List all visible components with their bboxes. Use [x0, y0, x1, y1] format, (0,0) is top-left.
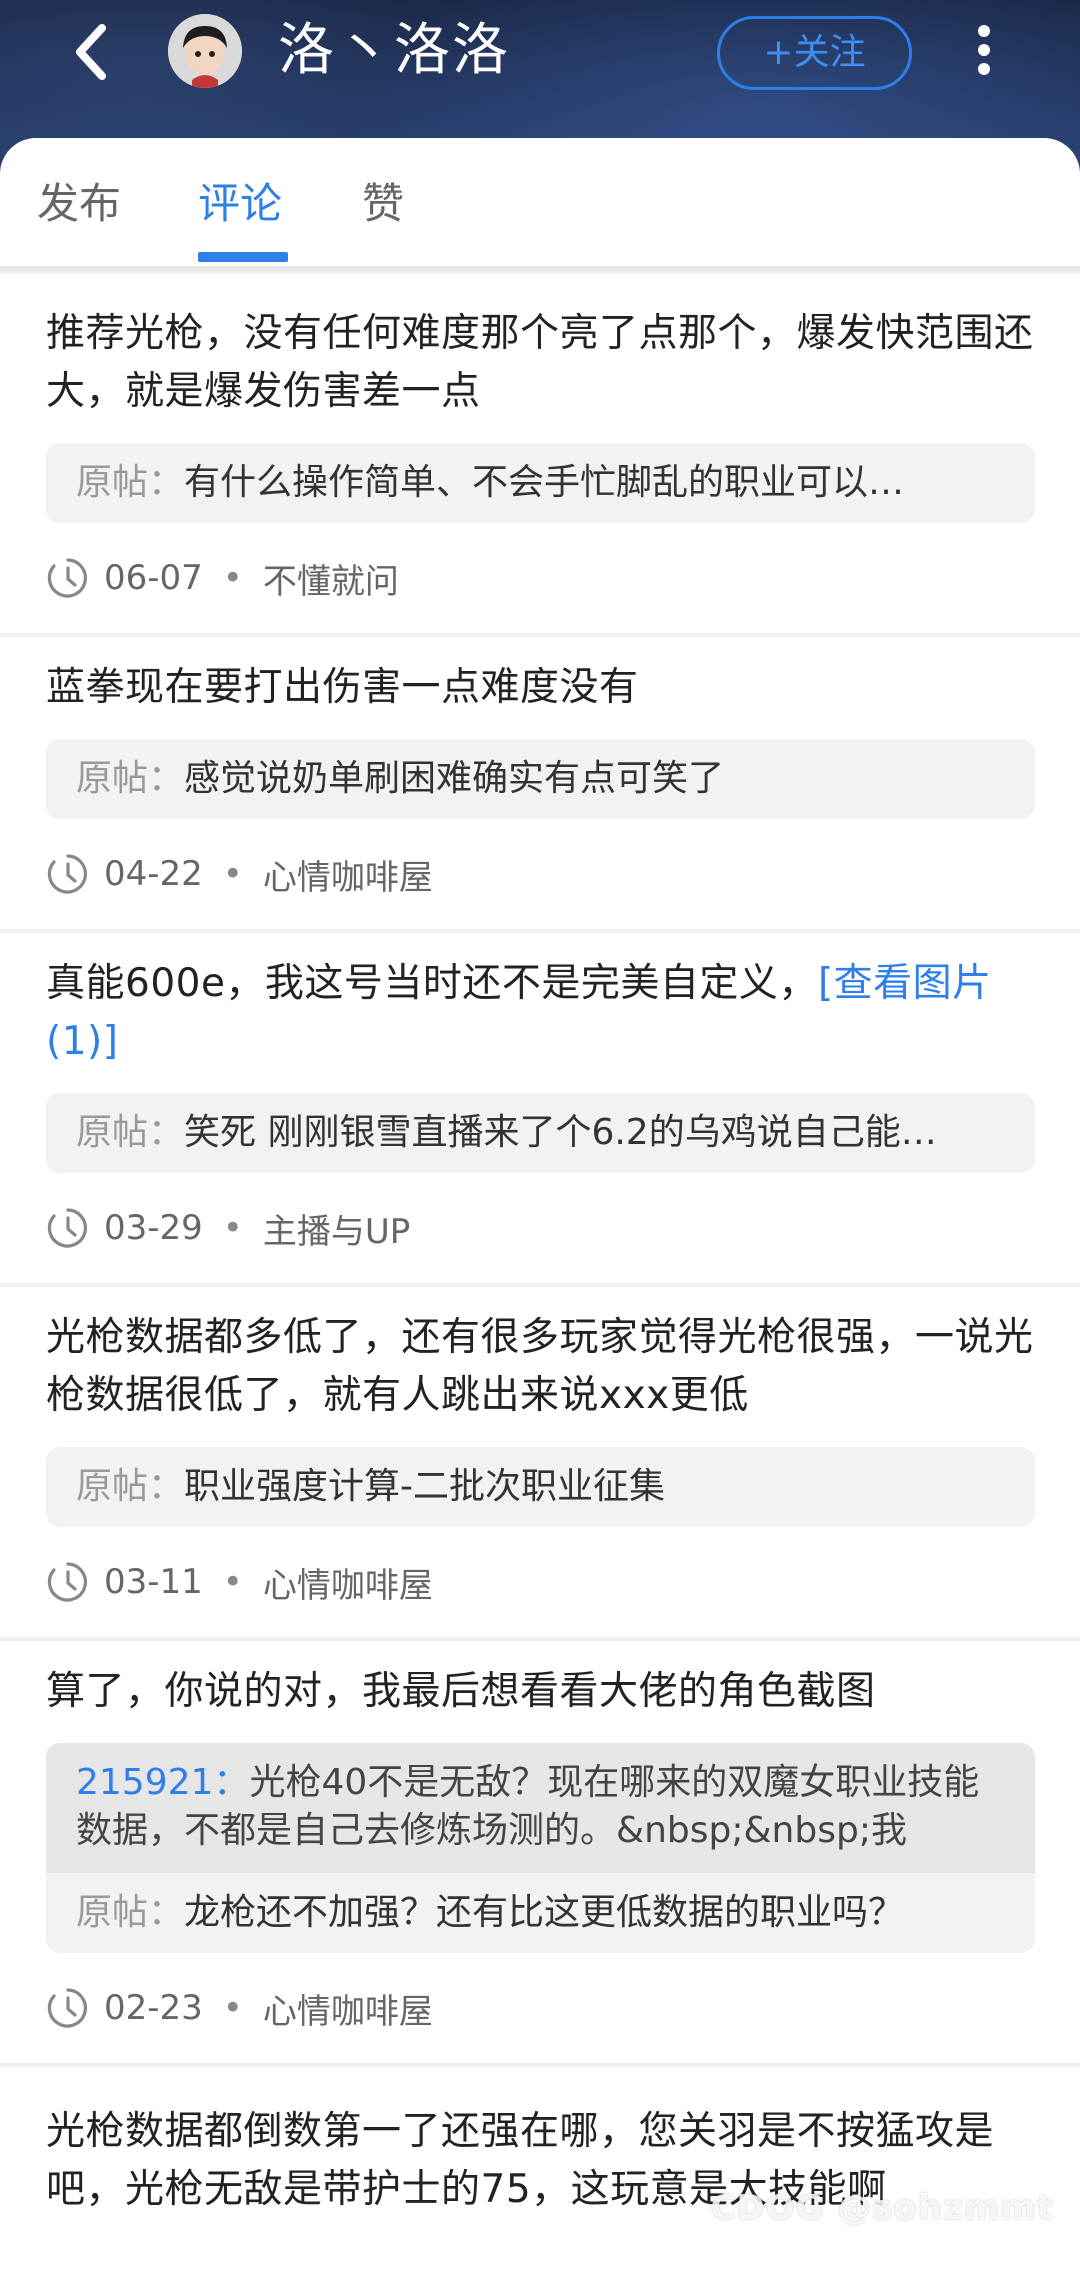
- separator-dot: •: [222, 1988, 243, 2028]
- original-post-box[interactable]: 215921：光枪40不是无敌？现在哪来的双魔女职业技能数据，不都是自己去修炼场…: [46, 1743, 1035, 1953]
- comment-date: 06-07: [104, 558, 203, 598]
- quoted-reply[interactable]: 215921：光枪40不是无敌？现在哪来的双魔女职业技能数据，不都是自己去修炼场…: [46, 1743, 1035, 1873]
- comment-meta: 03-11 • 心情咖啡屋: [46, 1527, 1035, 1637]
- comment-item[interactable]: 光枪数据都多低了，还有很多玩家觉得光枪很强，一说光枪数据很低了，就有人跳出来说x…: [0, 1287, 1080, 1641]
- comment-meta: 03-29 • 主播与UP: [46, 1173, 1035, 1283]
- original-post-box[interactable]: 原帖：职业强度计算-二批次职业征集: [46, 1447, 1035, 1527]
- board-name[interactable]: 主播与UP: [263, 1204, 410, 1253]
- comment-list: 推荐光枪，没有任何难度那个亮了点那个，爆发快范围还大，就是爆发伤害差一点 原帖：…: [0, 283, 1080, 2219]
- separator-dot: •: [222, 1562, 243, 1602]
- comment-date: 03-29: [104, 1208, 203, 1248]
- original-post[interactable]: 原帖：笑死 刚刚银雪直播来了个6.2的乌鸡说自己能…: [46, 1093, 1035, 1173]
- original-post-box[interactable]: 原帖：笑死 刚刚银雪直播来了个6.2的乌鸡说自己能…: [46, 1093, 1035, 1173]
- clock-icon: [47, 1562, 88, 1602]
- board-name[interactable]: 不懂就问: [263, 554, 399, 603]
- active-tab-indicator: [198, 252, 288, 262]
- tab-likes[interactable]: 赞: [362, 174, 404, 234]
- board-name[interactable]: 心情咖啡屋: [263, 1558, 433, 1607]
- comment-text: 蓝拳现在要打出伤害一点难度没有: [46, 665, 639, 710]
- comment-date: 04-22: [104, 854, 203, 894]
- board-name[interactable]: 心情咖啡屋: [263, 1984, 433, 2033]
- comment-text: 真能600e，我这号当时还不是完美自定义，[查看图片(1)]: [46, 955, 1035, 1071]
- board-name[interactable]: 心情咖啡屋: [263, 850, 433, 899]
- original-post-title: 笑死 刚刚银雪直播来了个6.2的乌鸡说自己能…: [184, 1112, 937, 1153]
- comment-text: 推荐光枪，没有任何难度那个亮了点那个，爆发快范围还大，就是爆发伤害差一点: [46, 311, 1034, 414]
- original-post[interactable]: 原帖：职业强度计算-二批次职业征集: [46, 1447, 1035, 1527]
- content-panel: 发布 评论 赞 推荐光枪，没有任何难度那个亮了点那个，爆发快范围还大，就是爆发伤…: [0, 138, 1080, 2275]
- tab-posts[interactable]: 发布: [37, 174, 121, 234]
- original-post-label: 原帖：: [76, 1466, 185, 1507]
- original-post-title: 职业强度计算-二批次职业征集: [184, 1466, 666, 1507]
- comment-text: 算了，你说的对，我最后想看看大佬的角色截图: [46, 1669, 876, 1714]
- more-vertical-icon[interactable]: [966, 18, 1002, 86]
- original-post-title: 感觉说奶单刷困难确实有点可笑了: [184, 758, 725, 799]
- comment-item[interactable]: 蓝拳现在要打出伤害一点难度没有 原帖：感觉说奶单刷困难确实有点可笑了 04-22…: [0, 637, 1080, 933]
- comment-item[interactable]: 真能600e，我这号当时还不是完美自定义，[查看图片(1)] 原帖：笑死 刚刚银…: [0, 933, 1080, 1287]
- original-post-label: 原帖：: [76, 1112, 185, 1153]
- comment-date: 03-11: [104, 1562, 203, 1602]
- separator-dot: •: [222, 1208, 243, 1248]
- clock-icon: [47, 1988, 88, 2028]
- comment-item[interactable]: 推荐光枪，没有任何难度那个亮了点那个，爆发快范围还大，就是爆发伤害差一点 原帖：…: [0, 283, 1080, 637]
- comment-meta: 02-23 • 心情咖啡屋: [46, 1953, 1035, 2063]
- comment-text: 光枪数据都多低了，还有很多玩家觉得光枪很强，一说光枪数据很低了，就有人跳出来说x…: [46, 1315, 1034, 1418]
- original-post[interactable]: 原帖：龙枪还不加强？还有比这更低数据的职业吗？: [46, 1873, 1035, 1953]
- clock-icon: [47, 1208, 88, 1248]
- tab-bar: 发布 评论 赞: [0, 138, 1080, 266]
- follow-button[interactable]: +关注: [717, 16, 912, 90]
- original-post-title: 有什么操作简单、不会手忙脚乱的职业可以…: [184, 462, 905, 503]
- original-post-label: 原帖：: [76, 758, 185, 799]
- original-post[interactable]: 原帖：有什么操作简单、不会手忙脚乱的职业可以…: [46, 443, 1035, 523]
- original-post-label: 原帖：: [76, 1892, 185, 1933]
- comment-text-body: 真能600e，我这号当时还不是完美自定义，: [46, 961, 818, 1006]
- comment-meta: 06-07 • 不懂就问: [46, 523, 1035, 633]
- original-post-title: 龙枪还不加强？还有比这更低数据的职业吗？: [184, 1892, 905, 1933]
- original-post-box[interactable]: 原帖：有什么操作简单、不会手忙脚乱的职业可以…: [46, 443, 1035, 523]
- username: 洛丶洛洛: [278, 18, 510, 83]
- clock-icon: [47, 558, 88, 598]
- comment-item[interactable]: 算了，你说的对，我最后想看看大佬的角色截图 215921：光枪40不是无敌？现在…: [0, 1641, 1080, 2067]
- profile-page: 洛丶洛洛 +关注 发布 评论 赞 推荐光枪，没有任何难度那个亮了点那个，爆发快范…: [0, 0, 1080, 2275]
- chevron-left-icon[interactable]: [62, 20, 126, 84]
- watermark: CDOG @sohzmmt: [710, 2188, 1054, 2228]
- original-post-box[interactable]: 原帖：感觉说奶单刷困难确实有点可笑了: [46, 739, 1035, 819]
- tabs-divider: [0, 266, 1080, 274]
- original-post-label: 原帖：: [76, 462, 185, 503]
- separator-dot: •: [222, 558, 243, 598]
- user-avatar[interactable]: [168, 14, 242, 88]
- comment-meta: 04-22 • 心情咖啡屋: [46, 819, 1035, 929]
- separator-dot: •: [222, 854, 243, 894]
- reply-user-id[interactable]: 215921：: [76, 1762, 249, 1803]
- original-post[interactable]: 原帖：感觉说奶单刷困难确实有点可笑了: [46, 739, 1035, 819]
- tab-comments[interactable]: 评论: [198, 174, 282, 234]
- comment-date: 02-23: [104, 1988, 203, 2028]
- clock-icon: [47, 854, 88, 894]
